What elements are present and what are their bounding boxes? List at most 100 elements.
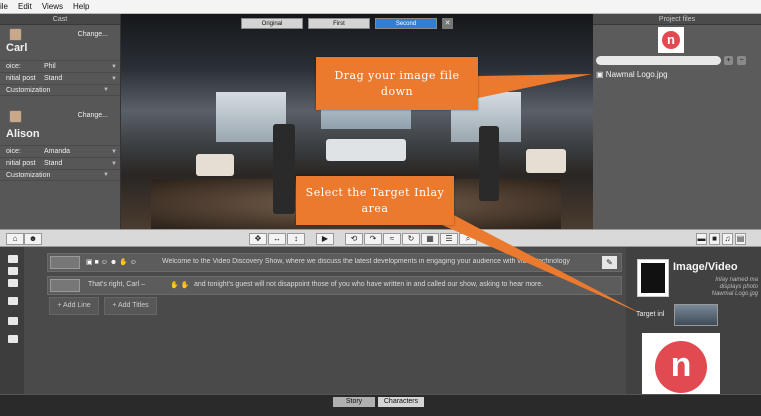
camera-icon[interactable]: ▬ [696,233,707,245]
desc-line: Inlay named ma [715,277,758,283]
main-toolbar: ⌂ ☻ ✥ ↔ ↕ ▶ ⟲ ↷ ≈ ↻ ▦ ☰ ⌕ ▬ ■ ♫ ▤ [0,229,761,247]
close-icon[interactable]: ✕ [442,17,453,29]
wave-icon[interactable]: ≈ [383,233,401,245]
gesture-icon[interactable] [8,267,18,275]
list-icon[interactable]: ☰ [440,233,458,245]
play-icon[interactable]: ▶ [316,233,334,245]
avatar [9,28,22,41]
script-line-text[interactable]: Welcome to the Video Discovery Show, whe… [162,258,582,265]
camera-icon[interactable] [8,297,18,305]
home-icon[interactable]: ⌂ [6,233,24,245]
cast-card-carl: Change... Carl [0,25,120,57]
action-icons[interactable]: ▣ ■ ☺ ☻ ✋ ☺ [86,258,137,266]
file-name: Nawmal Logo.jpg [605,70,668,79]
chevron-down-icon: ▼ [111,160,117,167]
image-file-icon: ▣ [596,70,604,79]
script-line[interactable]: ▣ ■ ☺ ☻ ✋ ☺ Welcome to the Video Discove… [47,253,622,272]
tab-story[interactable]: Story [333,397,375,407]
properties-title: Image/Video [673,261,738,273]
project-files-title: Project files [593,14,761,25]
script-line-text[interactable]: and tonight's guest will not disappoint … [194,281,543,288]
voice-value: Phil [44,63,56,70]
add-file-button[interactable]: + [724,56,733,65]
project-files-panel: Project files n + − ▣ Nawmal Logo.jpg [593,14,761,229]
menu-views[interactable]: Views [42,2,63,11]
edit-icon[interactable]: ✎ [602,256,617,269]
file-item[interactable]: ▣ Nawmal Logo.jpg [596,70,668,79]
horizontal-arrows-icon[interactable]: ↔ [268,233,286,245]
emotion-icon[interactable] [8,279,18,287]
chevron-down-icon: ▼ [111,63,117,70]
post-value: Stand [44,75,63,82]
video-icon[interactable]: ■ [709,233,720,245]
story-tool-column [0,247,24,394]
remove-file-button[interactable]: − [737,56,746,65]
initial-post-select[interactable]: nitial post Stand ▼ [0,72,120,84]
action-icons[interactable]: ✋ ✋ [170,281,189,289]
voice-label: oice: [6,63,21,70]
add-line-button[interactable]: + Add Line [49,297,99,315]
target-inlay-select[interactable] [674,304,718,326]
menu-bar: ile Edit Views Help [0,0,761,14]
select-target-callout: Select the Target Inlay area [296,176,454,225]
change-character-button[interactable]: Change... [78,31,108,38]
script-line-prefix[interactable]: That's right, Carl – [88,281,145,288]
walk-icon[interactable] [8,255,18,263]
sofa [196,154,234,176]
search-input[interactable] [596,56,721,65]
film-icon[interactable]: ▤ [735,233,746,245]
logo-thumbnail[interactable]: n [658,27,684,53]
change-character-button[interactable]: Change... [78,112,108,119]
cast-card-alison: Change... Alison [0,108,120,144]
bottom-tab-bar: Story Characters [0,394,761,416]
voice-select[interactable]: oice: Amanda ▼ [0,145,120,157]
camera-tabs: Original First Second ✕ [241,17,453,29]
tab-original[interactable]: Original [241,17,303,29]
zoom-icon[interactable]: ⌕ [459,233,477,245]
customization-label: Customization [6,86,51,94]
desc-line: displays photo [719,284,758,290]
menu-file[interactable]: ile [0,2,8,11]
cast-title: Cast [0,14,120,25]
menu-edit[interactable]: Edit [18,2,32,11]
music-icon[interactable] [8,317,18,325]
chevron-down-icon: ▼ [111,148,117,155]
nawmal-logo: n [655,341,707,393]
rotate-icon[interactable]: ⟲ [345,233,363,245]
refresh-icon[interactable]: ↻ [402,233,420,245]
tab-second[interactable]: Second [375,17,437,29]
chevron-down-icon: ▼ [103,172,109,178]
pause-icon[interactable] [8,335,18,343]
news-desk [326,139,406,161]
story-editor: ▣ ■ ☺ ☻ ✋ ☺ Welcome to the Video Discove… [24,247,626,394]
drag-callout: Drag your image file down [316,57,478,110]
move-icon[interactable]: ✥ [249,233,267,245]
initial-post-select[interactable]: nitial post Stand ▼ [0,157,120,169]
tab-first[interactable]: First [308,17,370,29]
menu-help[interactable]: Help [73,2,89,11]
film-icon [637,259,669,297]
post-label: nitial post [6,75,36,82]
customization-select[interactable]: Customization ▼ [0,84,120,96]
studio-camera [479,126,499,201]
people-icon[interactable]: ☻ [24,233,42,245]
voice-select[interactable]: oice: Phil ▼ [0,60,120,72]
avatar [9,110,22,123]
curve-icon[interactable]: ↷ [364,233,382,245]
vertical-arrows-icon[interactable]: ↕ [287,233,305,245]
cast-panel: Cast Change... Carl oice: Phil ▼ nitial … [0,14,121,229]
properties-description: Inlay named ma displays photo Nawmal Log… [676,277,758,298]
post-label: nitial post [6,160,36,167]
tab-characters[interactable]: Characters [378,397,424,407]
grid-icon[interactable]: ▦ [421,233,439,245]
avatar [50,279,80,292]
post-value: Stand [44,160,63,167]
add-titles-button[interactable]: + Add Titles [104,297,157,315]
customization-select[interactable]: Customization ▼ [0,169,120,181]
script-line[interactable]: That's right, Carl – ✋ ✋ and tonight's g… [47,276,622,295]
avatar [50,256,80,269]
chevron-down-icon: ▼ [111,75,117,82]
music-icon[interactable]: ♫ [722,233,733,245]
image-preview: n [642,333,720,394]
desc-line: Nawmal Logo.jpg [711,291,758,297]
